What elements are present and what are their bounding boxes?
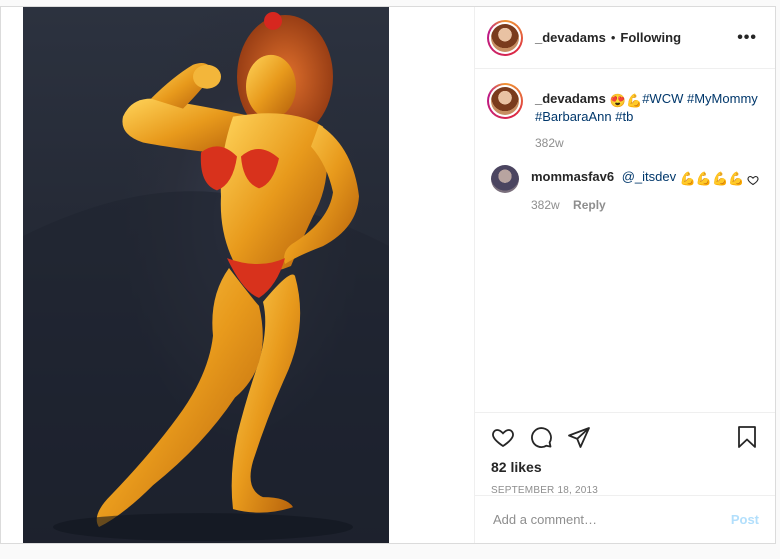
hashtag-tb[interactable]: #tb [615, 109, 633, 124]
bookmark-icon[interactable] [735, 425, 759, 449]
post-card: _devadams • Following ••• _devadams 😍💪#WC… [0, 6, 776, 544]
comment-like-heart-icon[interactable] [747, 173, 759, 191]
author-avatar[interactable] [487, 19, 523, 56]
more-options-icon[interactable]: ••• [731, 29, 763, 47]
caption: _devadams 😍💪#WCW #MyMommy #BarbaraAnn #tb… [487, 83, 761, 151]
commenter-username[interactable]: mommasfav6 [531, 169, 614, 184]
commenter-avatar[interactable] [491, 165, 519, 193]
media-area [1, 7, 475, 543]
action-bar: 82 likes SEPTEMBER 18, 2013 [475, 412, 775, 500]
following-button[interactable]: Following [620, 30, 681, 45]
caption-emoji: 😍💪 [609, 93, 643, 108]
comments-section: _devadams 😍💪#WCW #MyMommy #BarbaraAnn #tb… [475, 69, 775, 412]
likes-count[interactable]: 82 likes [491, 459, 759, 475]
author-username[interactable]: _devadams [535, 30, 606, 45]
share-icon[interactable] [567, 425, 591, 449]
post-header: _devadams • Following ••• [475, 7, 775, 69]
hashtag-mymommy[interactable]: #MyMommy [687, 91, 758, 106]
separator-dot: • [610, 30, 616, 45]
comment-mention[interactable]: @_itsdev [622, 169, 676, 184]
comment-composer: Post [475, 495, 775, 543]
comment-time[interactable]: 382w [531, 198, 560, 212]
heart-icon[interactable] [491, 425, 515, 449]
caption-time[interactable]: 382w [535, 136, 564, 150]
caption-avatar[interactable] [487, 83, 523, 119]
comment-item: mommasfav6 @_itsdev 💪💪💪💪 382w Reply [487, 165, 761, 213]
comment-icon[interactable] [529, 425, 553, 449]
photo-figure [23, 11, 389, 543]
reply-button[interactable]: Reply [573, 198, 606, 212]
post-comment-button[interactable]: Post [731, 512, 759, 527]
avatar-image [491, 23, 519, 52]
caption-username[interactable]: _devadams [535, 91, 606, 106]
comment-input[interactable] [491, 511, 731, 528]
comment-emoji: 💪💪💪💪 [679, 171, 745, 186]
post-photo[interactable] [23, 7, 389, 543]
hashtag-wcw[interactable]: #WCW [642, 91, 683, 106]
hashtag-barbaraann[interactable]: #BarbaraAnn [535, 109, 612, 124]
post-sidebar: _devadams • Following ••• _devadams 😍💪#WC… [475, 7, 775, 543]
